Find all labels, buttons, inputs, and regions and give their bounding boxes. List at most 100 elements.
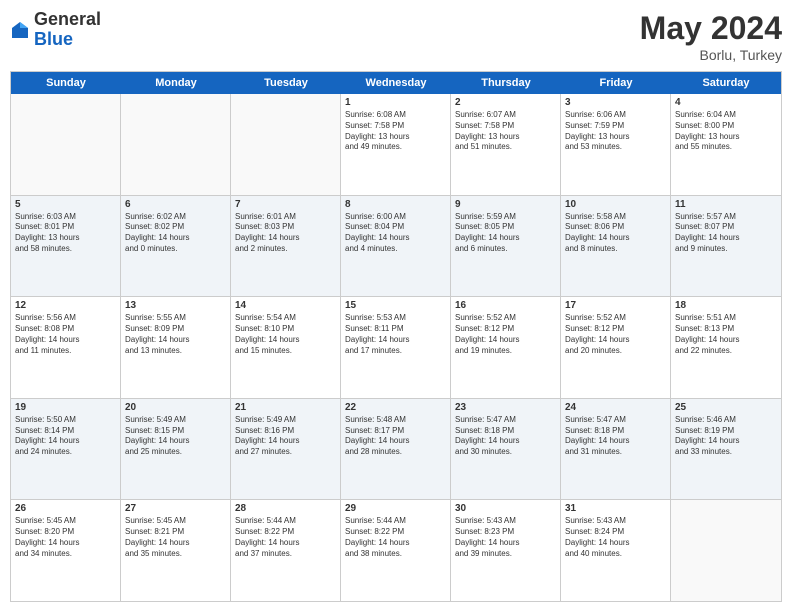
cell-line-0: Sunrise: 5:47 AM	[565, 415, 666, 426]
cell-line-1: Sunset: 8:08 PM	[15, 324, 116, 335]
day-number: 8	[345, 199, 446, 210]
cell-line-3: and 34 minutes.	[15, 549, 116, 560]
cal-cell-2-2: 14Sunrise: 5:54 AMSunset: 8:10 PMDayligh…	[231, 297, 341, 398]
cell-info: Sunrise: 5:48 AMSunset: 8:17 PMDaylight:…	[345, 415, 446, 458]
day-header-friday: Friday	[561, 72, 671, 94]
cell-line-3: and 22 minutes.	[675, 346, 777, 357]
cell-line-2: Daylight: 14 hours	[565, 436, 666, 447]
cell-line-1: Sunset: 8:22 PM	[235, 527, 336, 538]
day-header-saturday: Saturday	[671, 72, 781, 94]
cal-cell-0-2	[231, 94, 341, 195]
cell-line-1: Sunset: 8:06 PM	[565, 222, 666, 233]
cal-cell-2-3: 15 Sunrise: 5:53 AMSunset: 8:11 PMDayligh…	[341, 297, 451, 398]
cell-line-3: and 4 minutes.	[345, 244, 446, 255]
cell-line-3: and 20 minutes.	[565, 346, 666, 357]
cell-line-2: Daylight: 14 hours	[455, 436, 556, 447]
day-number: 28	[235, 503, 336, 514]
cal-cell-4-6	[671, 500, 781, 601]
cal-cell-3-1: 20 Sunrise: 5:49 AMSunset: 8:15 PMDayligh…	[121, 399, 231, 500]
day-number: 14	[235, 300, 336, 311]
cal-cell-1-5: 10Sunrise: 5:58 AMSunset: 8:06 PMDayligh…	[561, 196, 671, 297]
logo-icon	[10, 20, 30, 40]
calendar-row-1: 5Sunrise: 6:03 AMSunset: 8:01 PMDaylight…	[11, 196, 781, 298]
day-number: 16	[455, 300, 556, 311]
cell-line-2: Daylight: 14 hours	[125, 335, 226, 346]
cell-line-3: and 13 minutes.	[125, 346, 226, 357]
cell-line-3: and 6 minutes.	[455, 244, 556, 255]
logo: General Blue	[10, 10, 101, 50]
cell-line-2: Daylight: 14 hours	[345, 436, 446, 447]
cell-line-0: Sunrise: 5:46 AM	[675, 415, 777, 426]
cell-line-3: and 8 minutes.	[565, 244, 666, 255]
cell-line-0: Sunrise: 5:43 AM	[455, 516, 556, 527]
cell-line-2: Daylight: 14 hours	[235, 436, 336, 447]
cell-line-0: Sunrise: 6:03 AM	[15, 212, 116, 223]
cell-line-1: Sunset: 8:19 PM	[675, 426, 777, 437]
day-number: 24	[565, 402, 666, 413]
cell-line-1: Sunset: 8:01 PM	[15, 222, 116, 233]
cell-line-1: Sunset: 8:10 PM	[235, 324, 336, 335]
cell-line-2: Daylight: 14 hours	[15, 436, 116, 447]
cal-cell-4-5: 31Sunrise: 5:43 AMSunset: 8:24 PMDayligh…	[561, 500, 671, 601]
cal-cell-0-4: 2Sunrise: 6:07 AMSunset: 7:58 PMDaylight…	[451, 94, 561, 195]
cell-line-0: Sunrise: 5:48 AM	[345, 415, 446, 426]
cell-info: Sunrise: 6:08 AMSunset: 7:58 PMDaylight:…	[345, 110, 446, 153]
cell-line-0: Sunrise: 5:57 AM	[675, 212, 777, 223]
cell-line-2: Daylight: 14 hours	[345, 538, 446, 549]
cal-cell-4-1: 27Sunrise: 5:45 AMSunset: 8:21 PMDayligh…	[121, 500, 231, 601]
cell-info: Sunrise: 5:53 AMSunset: 8:11 PMDaylight:…	[345, 313, 446, 356]
cal-cell-4-0: 26Sunrise: 5:45 AMSunset: 8:20 PMDayligh…	[11, 500, 121, 601]
cal-cell-4-4: 30Sunrise: 5:43 AMSunset: 8:23 PMDayligh…	[451, 500, 561, 601]
location: Borlu, Turkey	[640, 47, 782, 63]
day-number: 15	[345, 300, 446, 311]
cell-info: Sunrise: 6:01 AMSunset: 8:03 PMDaylight:…	[235, 212, 336, 255]
cell-info: Sunrise: 5:52 AMSunset: 8:12 PMDaylight:…	[455, 313, 556, 356]
cell-line-3: and 51 minutes.	[455, 142, 556, 153]
day-number: 21	[235, 402, 336, 413]
cell-info: Sunrise: 6:06 AMSunset: 7:59 PMDaylight:…	[565, 110, 666, 153]
cell-line-3: and 38 minutes.	[345, 549, 446, 560]
day-number: 20	[125, 402, 226, 413]
day-number: 3	[565, 97, 666, 108]
cell-info: Sunrise: 5:45 AMSunset: 8:20 PMDaylight:…	[15, 516, 116, 559]
cell-line-2: Daylight: 13 hours	[345, 132, 446, 143]
cell-line-0: Sunrise: 5:55 AM	[125, 313, 226, 324]
cell-line-1: Sunset: 8:13 PM	[675, 324, 777, 335]
cell-line-2: Daylight: 13 hours	[675, 132, 777, 143]
cal-cell-2-5: 17Sunrise: 5:52 AMSunset: 8:12 PMDayligh…	[561, 297, 671, 398]
cell-line-2: Daylight: 13 hours	[565, 132, 666, 143]
calendar: SundayMondayTuesdayWednesdayThursdayFrid…	[10, 71, 782, 602]
day-number: 11	[675, 199, 777, 210]
cell-line-1: Sunset: 8:15 PM	[125, 426, 226, 437]
cell-info: Sunrise: 5:49 AMSunset: 8:15 PMDaylight:…	[125, 415, 226, 458]
cell-info: Sunrise: 5:45 AMSunset: 8:21 PMDaylight:…	[125, 516, 226, 559]
cell-line-1: Sunset: 8:23 PM	[455, 527, 556, 538]
cell-line-1: Sunset: 8:24 PM	[565, 527, 666, 538]
cell-line-0: Sunrise: 5:58 AM	[565, 212, 666, 223]
cell-line-2: Daylight: 14 hours	[15, 335, 116, 346]
cell-line-0: Sunrise: 6:07 AM	[455, 110, 556, 121]
cell-info: Sunrise: 5:50 AMSunset: 8:14 PMDaylight:…	[15, 415, 116, 458]
cal-cell-0-1	[121, 94, 231, 195]
cell-line-3: and 9 minutes.	[675, 244, 777, 255]
cell-info: Sunrise: 5:51 AMSunset: 8:13 PMDaylight:…	[675, 313, 777, 356]
day-header-monday: Monday	[121, 72, 231, 94]
logo-text: General Blue	[34, 10, 101, 50]
calendar-header: SundayMondayTuesdayWednesdayThursdayFrid…	[11, 72, 781, 94]
day-header-wednesday: Wednesday	[341, 72, 451, 94]
cell-info: Sunrise: 5:49 AMSunset: 8:16 PMDaylight:…	[235, 415, 336, 458]
cell-line-1: Sunset: 8:03 PM	[235, 222, 336, 233]
day-number: 18	[675, 300, 777, 311]
day-number: 4	[675, 97, 777, 108]
cell-line-3: and 39 minutes.	[455, 549, 556, 560]
cal-cell-3-3: 22Sunrise: 5:48 AMSunset: 8:17 PMDayligh…	[341, 399, 451, 500]
cell-info: Sunrise: 6:03 AMSunset: 8:01 PMDaylight:…	[15, 212, 116, 255]
cell-line-2: Daylight: 14 hours	[345, 335, 446, 346]
cell-line-2: Daylight: 14 hours	[235, 233, 336, 244]
calendar-body: 1Sunrise: 6:08 AMSunset: 7:58 PMDaylight…	[11, 94, 781, 601]
cell-line-1: Sunset: 8:07 PM	[675, 222, 777, 233]
cell-line-2: Daylight: 14 hours	[15, 538, 116, 549]
cell-line-0: Sunrise: 5:47 AM	[455, 415, 556, 426]
cell-line-0: Sunrise: 6:02 AM	[125, 212, 226, 223]
cell-info: Sunrise: 5:43 AMSunset: 8:23 PMDaylight:…	[455, 516, 556, 559]
